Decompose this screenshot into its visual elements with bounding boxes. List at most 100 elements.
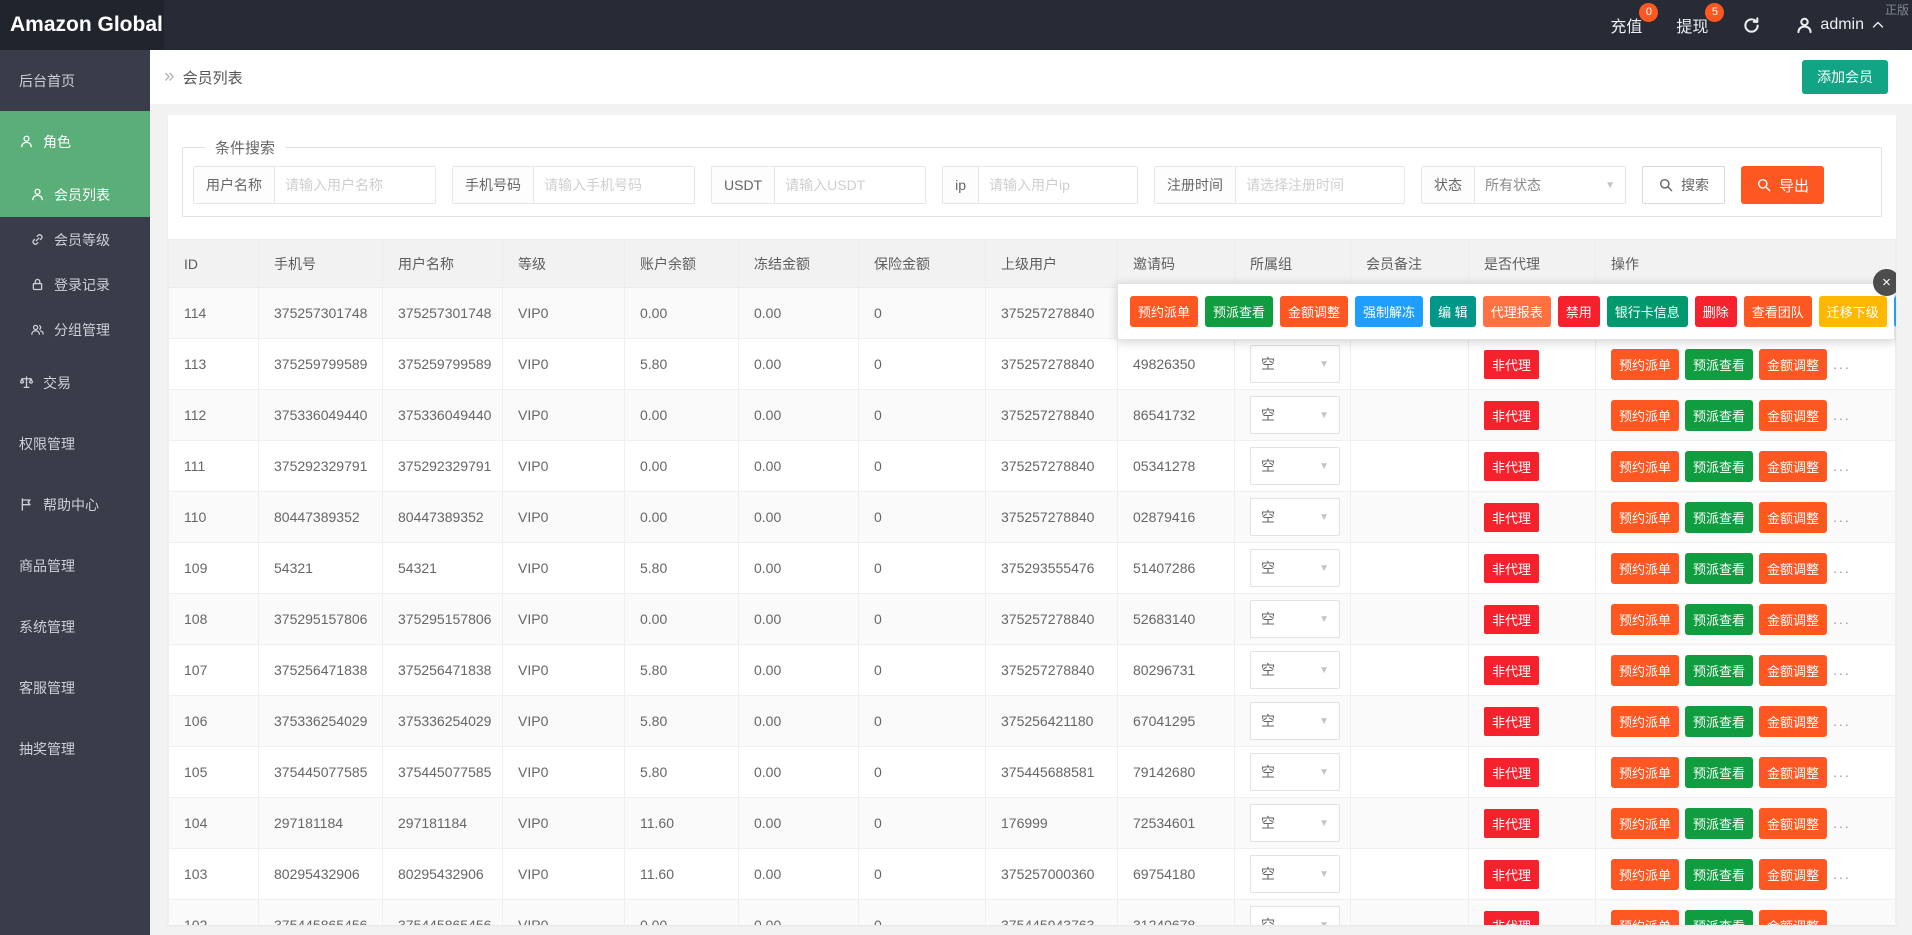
op-button-金额调整[interactable]: 金额调整 [1759,553,1827,584]
more-actions[interactable]: ... [1833,764,1851,780]
op-button-预派查看[interactable]: 预派查看 [1685,400,1753,431]
more-actions[interactable]: ... [1833,662,1851,678]
sidebar-item-商品管理[interactable]: 商品管理 [0,535,150,596]
op-button-预约派单[interactable]: 预约派单 [1611,655,1679,686]
op-button-金额调整[interactable]: 金额调整 [1759,604,1827,635]
withdraw-button[interactable]: 提现 5 [1676,13,1708,37]
op-button-预约派单[interactable]: 预约派单 [1611,757,1679,788]
group-select[interactable]: 空▼ [1250,345,1340,383]
popup-button-查看团队[interactable]: 查看团队 [1744,296,1812,327]
op-button-预约派单[interactable]: 预约派单 [1611,553,1679,584]
field-input-USDT[interactable] [775,167,925,203]
op-button-预派查看[interactable]: 预派查看 [1685,553,1753,584]
popup-button-禁用[interactable]: 禁用 [1558,296,1600,327]
op-button-预约派单[interactable]: 预约派单 [1611,400,1679,431]
group-select[interactable]: 空▼ [1250,396,1340,434]
op-button-金额调整[interactable]: 金额调整 [1759,859,1827,890]
more-actions[interactable]: ... [1833,611,1851,627]
more-actions[interactable]: ... [1833,560,1851,576]
more-actions[interactable]: ... [1833,815,1851,831]
sidebar-item-分组管理[interactable]: 分组管理 [0,307,150,352]
op-button-金额调整[interactable]: 金额调整 [1759,910,1827,926]
recharge-button[interactable]: 充值 0 [1610,13,1642,37]
popup-button-编 辑[interactable]: 编 辑 [1430,296,1476,327]
group-select[interactable]: 空▼ [1250,498,1340,536]
sidebar-item-权限管理[interactable]: 权限管理 [0,413,150,474]
user-menu[interactable]: admin [1795,16,1886,35]
group-select[interactable]: 空▼ [1250,447,1340,485]
op-button-预派查看[interactable]: 预派查看 [1685,451,1753,482]
op-button-预约派单[interactable]: 预约派单 [1611,349,1679,380]
op-button-预派查看[interactable]: 预派查看 [1685,349,1753,380]
op-button-金额调整[interactable]: 金额调整 [1759,451,1827,482]
refresh-button[interactable] [1742,16,1761,35]
op-button-预约派单[interactable]: 预约派单 [1611,859,1679,890]
sidebar-item-角色[interactable]: 角色 [0,111,150,172]
more-actions[interactable]: ... [1833,356,1851,372]
op-button-金额调整[interactable]: 金额调整 [1759,400,1827,431]
field-input-用户名称[interactable] [275,167,435,203]
sidebar-item-系统管理[interactable]: 系统管理 [0,596,150,657]
sidebar-item-抽奖管理[interactable]: 抽奖管理 [0,718,150,779]
popup-button-银行卡信息[interactable]: 银行卡信息 [1607,296,1688,327]
more-actions[interactable]: ... [1833,407,1851,423]
op-button-预派查看[interactable]: 预派查看 [1685,859,1753,890]
op-button-预约派单[interactable]: 预约派单 [1611,502,1679,533]
sidebar-item-登录记录[interactable]: 登录记录 [0,262,150,307]
group-select[interactable]: 空▼ [1250,855,1340,893]
cell-phone: 54321 [259,543,383,594]
sidebar-item-帮助中心[interactable]: 帮助中心 [0,474,150,535]
op-button-金额调整[interactable]: 金额调整 [1759,757,1827,788]
popup-button-代理报表[interactable]: 代理报表 [1483,296,1551,327]
sidebar-item-后台首页[interactable]: 后台首页 [0,50,150,111]
op-button-预派查看[interactable]: 预派查看 [1685,706,1753,737]
op-button-预约派单[interactable]: 预约派单 [1611,451,1679,482]
op-button-预约派单[interactable]: 预约派单 [1611,808,1679,839]
op-button-预派查看[interactable]: 预派查看 [1685,808,1753,839]
more-actions[interactable]: ... [1833,509,1851,525]
sidebar-item-客服管理[interactable]: 客服管理 [0,657,150,718]
more-actions[interactable]: ... [1833,713,1851,729]
group-select[interactable]: 空▼ [1250,804,1340,842]
popup-button-预约派单[interactable]: 预约派单 [1130,296,1198,327]
group-select[interactable]: 空▼ [1250,906,1340,925]
op-button-金额调整[interactable]: 金额调整 [1759,808,1827,839]
popup-button-删除[interactable]: 删除 [1695,296,1737,327]
op-button-金额调整[interactable]: 金额调整 [1759,706,1827,737]
group-select[interactable]: 空▼ [1250,753,1340,791]
field-input-ip[interactable] [979,167,1137,203]
op-button-预约派单[interactable]: 预约派单 [1611,910,1679,926]
op-button-预派查看[interactable]: 预派查看 [1685,655,1753,686]
search-button[interactable]: 搜索 [1642,166,1725,204]
popup-button-账变[interactable]: 账变 [1894,296,1896,327]
popup-button-强制解冻[interactable]: 强制解冻 [1355,296,1423,327]
op-button-预约派单[interactable]: 预约派单 [1611,706,1679,737]
op-button-预派查看[interactable]: 预派查看 [1685,757,1753,788]
close-icon[interactable]: × [1873,269,1896,296]
status-select[interactable]: 所有状态 ▼ [1475,167,1625,203]
export-button[interactable]: 导出 [1741,166,1824,204]
op-button-金额调整[interactable]: 金额调整 [1759,655,1827,686]
op-button-预派查看[interactable]: 预派查看 [1685,502,1753,533]
popup-button-金额调整[interactable]: 金额调整 [1280,296,1348,327]
popup-button-迁移下级[interactable]: 迁移下级 [1819,296,1887,327]
op-button-金额调整[interactable]: 金额调整 [1759,502,1827,533]
group-select[interactable]: 空▼ [1250,600,1340,638]
field-input-手机号码[interactable] [534,167,694,203]
sidebar-item-交易[interactable]: 交易 [0,352,150,413]
field-input-注册时间[interactable] [1236,167,1404,203]
more-actions[interactable]: ... [1833,917,1851,925]
op-button-预派查看[interactable]: 预派查看 [1685,604,1753,635]
group-select[interactable]: 空▼ [1250,651,1340,689]
popup-button-预派查看[interactable]: 预派查看 [1205,296,1273,327]
op-button-预派查看[interactable]: 预派查看 [1685,910,1753,926]
op-button-金额调整[interactable]: 金额调整 [1759,349,1827,380]
sidebar-item-会员等级[interactable]: 会员等级 [0,217,150,262]
op-button-预约派单[interactable]: 预约派单 [1611,604,1679,635]
group-select[interactable]: 空▼ [1250,702,1340,740]
add-member-button[interactable]: 添加会员 [1802,60,1888,94]
more-actions[interactable]: ... [1833,866,1851,882]
group-select[interactable]: 空▼ [1250,549,1340,587]
sidebar-item-会员列表[interactable]: 会员列表 [0,172,150,217]
more-actions[interactable]: ... [1833,458,1851,474]
